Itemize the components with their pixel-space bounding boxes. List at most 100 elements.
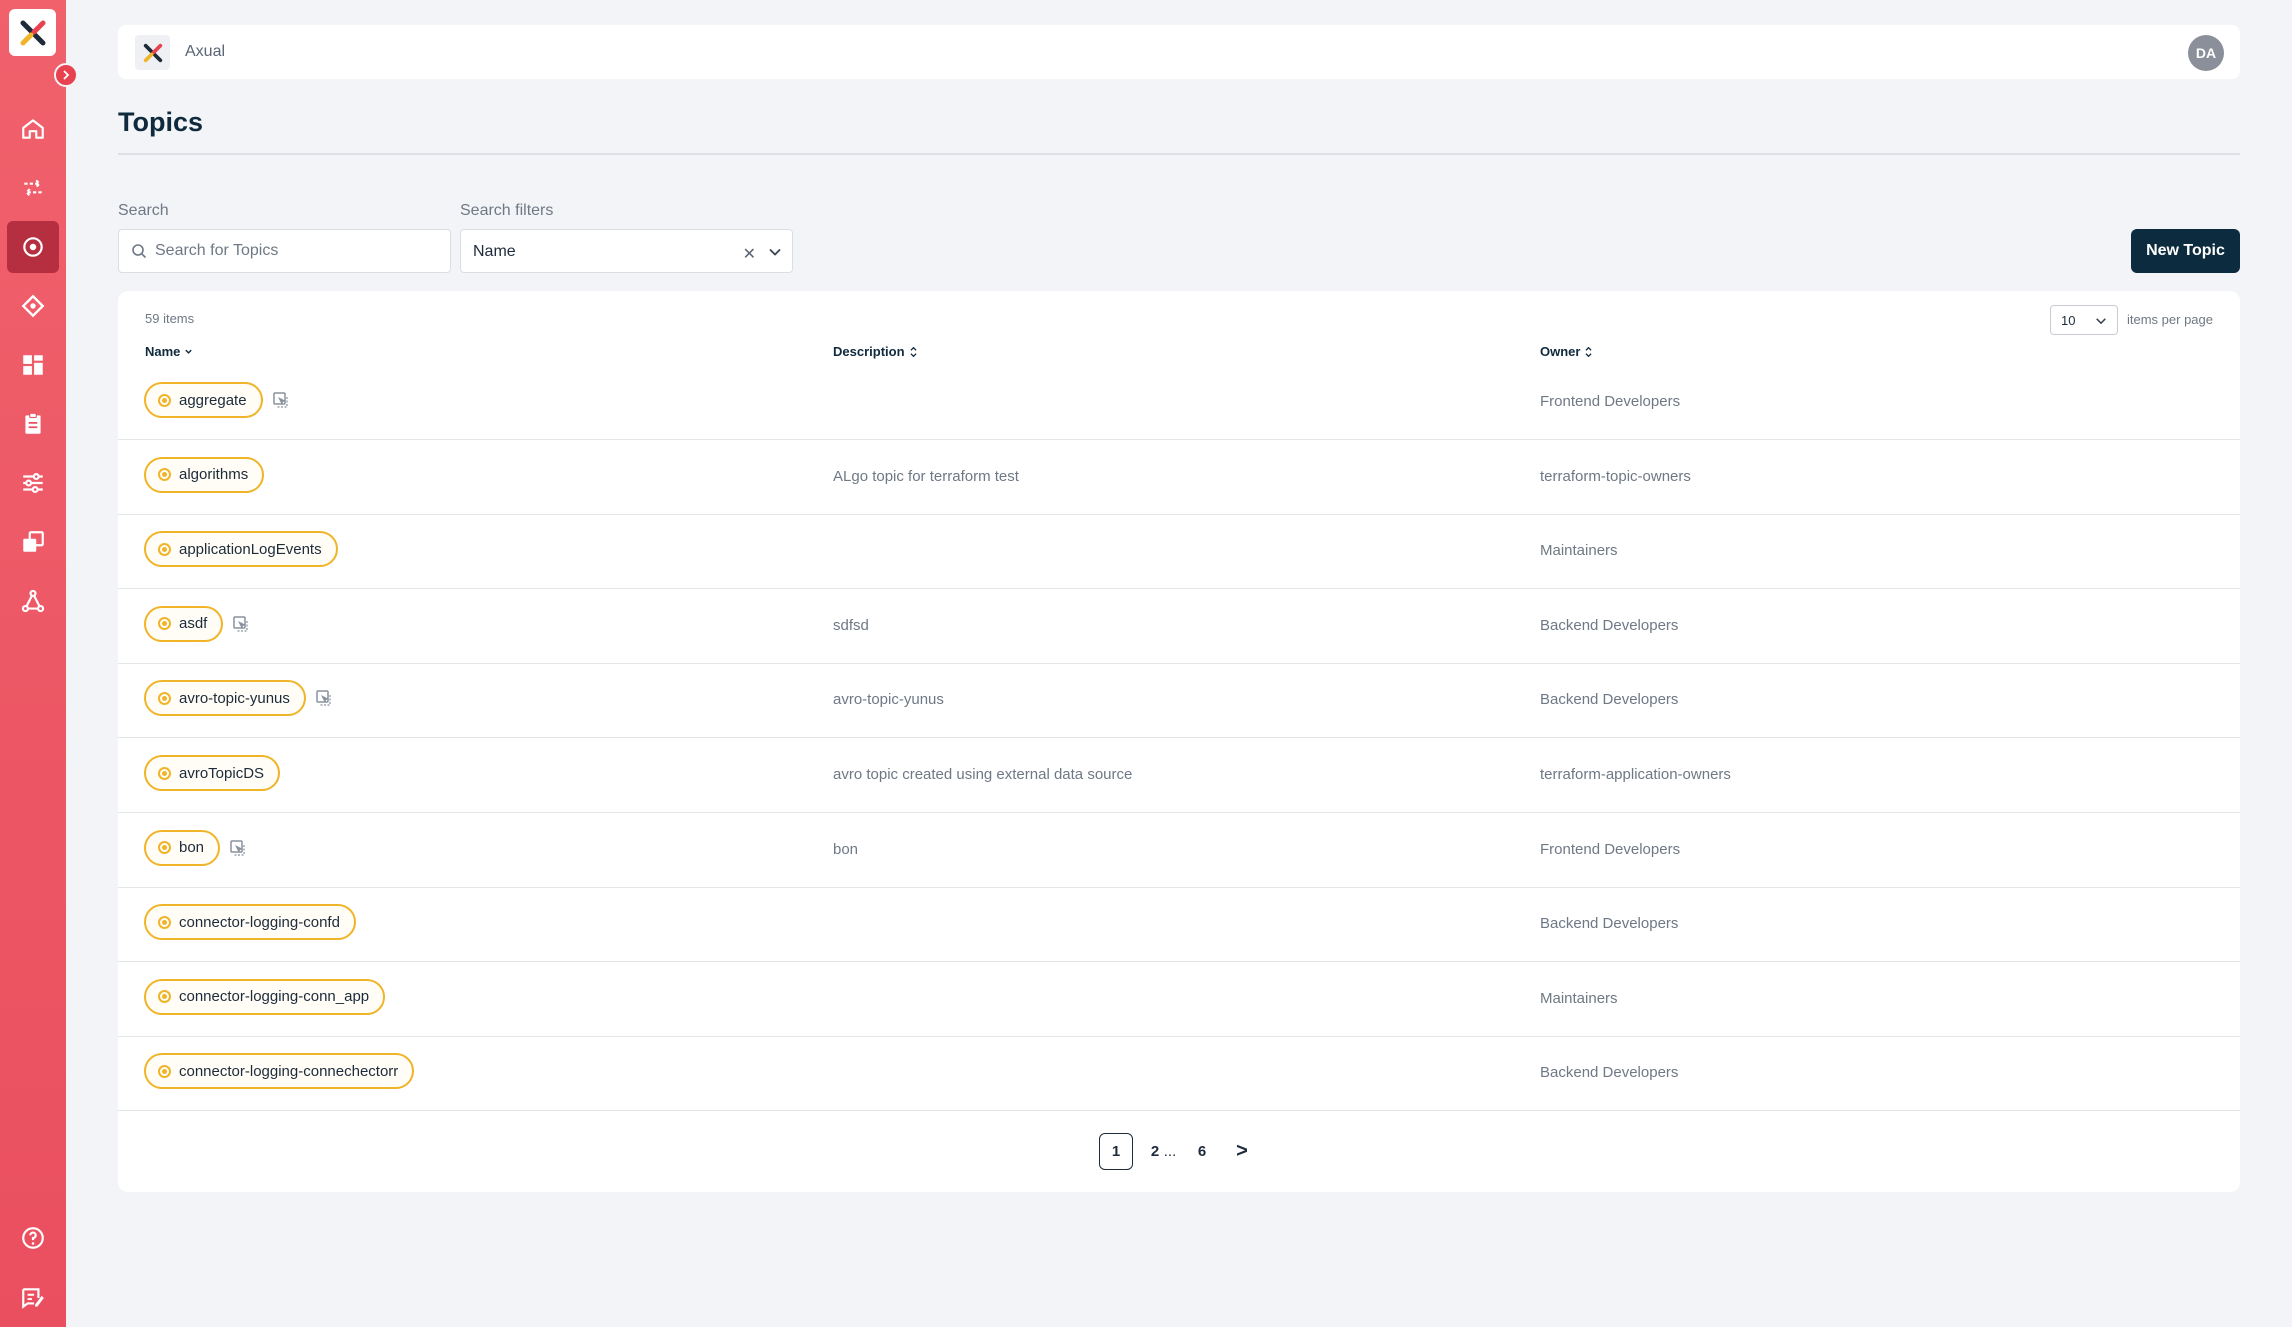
table-row[interactable]: aggregate Frontend Developers [118, 365, 2240, 440]
topic-description: avro-topic-yunus [833, 691, 944, 709]
search-icon [132, 244, 147, 259]
search-box [118, 229, 451, 273]
sidebar-item-settings[interactable] [7, 457, 59, 509]
topic-name: connector-logging-confd [179, 913, 340, 931]
table-row[interactable]: applicationLogEvents Maintainers [118, 514, 2240, 590]
sidebar-item-applications[interactable] [7, 280, 59, 332]
topic-name-pill[interactable]: applicationLogEvents [144, 531, 338, 568]
topic-name-pill[interactable]: asdf [144, 605, 224, 642]
chevron-down-icon [769, 248, 781, 256]
sidebar-item-streams[interactable] [7, 162, 59, 214]
sort-icon [1585, 346, 1592, 357]
column-header-name[interactable]: Name [145, 344, 193, 359]
table-row[interactable]: connector-logging-confd Backend Developer… [118, 887, 2240, 963]
topic-name-pill[interactable]: aggregate [144, 382, 263, 418]
topic-name: algorithms [179, 466, 249, 484]
topic-icon [158, 393, 171, 407]
tenant-name: Axual [185, 43, 226, 60]
topic-name: applicationLogEvents [179, 540, 322, 558]
topic-name: asdf [179, 615, 208, 633]
topic-description: ALgo topic for terraform test [833, 467, 1019, 485]
topic-icon [158, 990, 171, 1004]
column-header-owner[interactable]: Owner [1540, 344, 1593, 359]
topic-owner: Backend Developers [1540, 915, 1679, 933]
topic-description: bon [833, 840, 859, 858]
topic-icon [158, 1064, 171, 1078]
search-filter-select[interactable]: Name ✕ [460, 229, 793, 273]
sidebar-item-feedback[interactable] [7, 1272, 59, 1324]
topic-icon [158, 766, 171, 780]
sidebar-item-help[interactable] [7, 1212, 59, 1264]
connections-icon [21, 589, 45, 613]
environments-icon [23, 531, 44, 552]
filter-selected-value: Name [473, 243, 516, 260]
items-count: 59 items [145, 311, 195, 326]
topic-name-pill[interactable]: connector-logging-confd [144, 904, 356, 941]
help-icon [22, 1227, 44, 1249]
table-row[interactable]: avro-topic-yunus avro-topic-yunus Backend … [118, 663, 2240, 739]
topic-owner: Maintainers [1540, 542, 1618, 560]
table-row[interactable]: connector-logging-connechectorr Backend D… [118, 1036, 2240, 1112]
settings-sliders-icon [23, 473, 43, 493]
sidebar-item-topics[interactable] [7, 221, 59, 273]
home-icon [22, 119, 44, 139]
topic-icon [158, 542, 171, 556]
items-per-page-select[interactable]: 10 [2050, 305, 2118, 335]
topic-name-pill[interactable]: connector-logging-conn_app [144, 978, 386, 1015]
schema-info-icon[interactable] [315, 689, 333, 707]
axual-logo-icon [20, 20, 45, 45]
column-header-description[interactable]: Description [833, 344, 918, 359]
topic-name-pill[interactable]: avroTopicDS [144, 755, 281, 791]
page-button-6[interactable]: 6 [1185, 1133, 1219, 1170]
topic-owner: Maintainers [1540, 989, 1618, 1007]
schema-info-icon[interactable] [229, 839, 247, 857]
column-header-name-label: Name [145, 344, 181, 359]
page-button-1[interactable]: 1 [1099, 1133, 1133, 1170]
chevron-right-icon [63, 70, 70, 80]
top-bar: Axual DA [118, 25, 2240, 79]
clear-filter-icon[interactable]: ✕ [743, 244, 756, 264]
per-page-value: 10 [2061, 313, 2076, 328]
sidebar-item-clipboard[interactable] [7, 398, 59, 450]
tenant-logo [135, 35, 170, 70]
applications-icon [21, 294, 45, 318]
schema-info-icon[interactable] [232, 615, 250, 633]
topic-icon [158, 617, 171, 631]
chevron-down-icon [2096, 318, 2106, 325]
topic-name-pill[interactable]: algorithms [144, 456, 265, 493]
table-row[interactable]: asdf sdfsd Backend Developers [118, 589, 2240, 664]
topic-icon [158, 841, 171, 855]
sort-down-icon [185, 349, 193, 354]
title-divider [118, 153, 2240, 155]
topic-description: avro topic created using external data s… [833, 766, 1133, 783]
sidebar [0, 0, 78, 1327]
search-filters-label: Search filters [460, 202, 554, 219]
table-row[interactable]: avroTopicDS avro topic created using exte… [118, 738, 2240, 813]
table-row[interactable]: algorithms ALgo topic for terraform test t… [118, 440, 2240, 515]
sidebar-item-connections[interactable] [7, 575, 59, 627]
sort-icon [909, 346, 917, 357]
search-input[interactable] [155, 230, 445, 272]
topic-name-pill[interactable]: bon [144, 829, 221, 866]
per-page-label: items per page [2127, 312, 2213, 327]
streams-icon [24, 179, 42, 197]
search-label: Search [118, 202, 169, 219]
table-row[interactable]: bon bon Frontend Developers [118, 813, 2240, 888]
topic-name-pill[interactable]: avro-topic-yunus [144, 680, 306, 717]
next-page-button[interactable]: > [1225, 1133, 1259, 1170]
sidebar-expand-button[interactable] [54, 63, 78, 87]
user-avatar[interactable]: DA [2188, 35, 2224, 71]
sidebar-item-environments[interactable] [7, 516, 59, 568]
topic-name-pill[interactable]: connector-logging-connechectorr [144, 1053, 415, 1090]
column-header-owner-label: Owner [1540, 344, 1581, 359]
sidebar-item-home[interactable] [7, 103, 59, 155]
topic-owner: terraform-topic-owners [1540, 467, 1691, 485]
table-row[interactable]: connector-logging-conn_app Maintainers [118, 962, 2240, 1037]
topic-owner: Frontend Developers [1540, 393, 1681, 410]
axual-logo[interactable] [9, 9, 56, 56]
schema-info-icon[interactable] [272, 391, 290, 409]
new-topic-button[interactable]: New Topic [2131, 229, 2240, 273]
sidebar-item-dashboard[interactable] [7, 339, 59, 391]
page-title: Topics [118, 107, 204, 137]
topics-icon [23, 237, 43, 257]
